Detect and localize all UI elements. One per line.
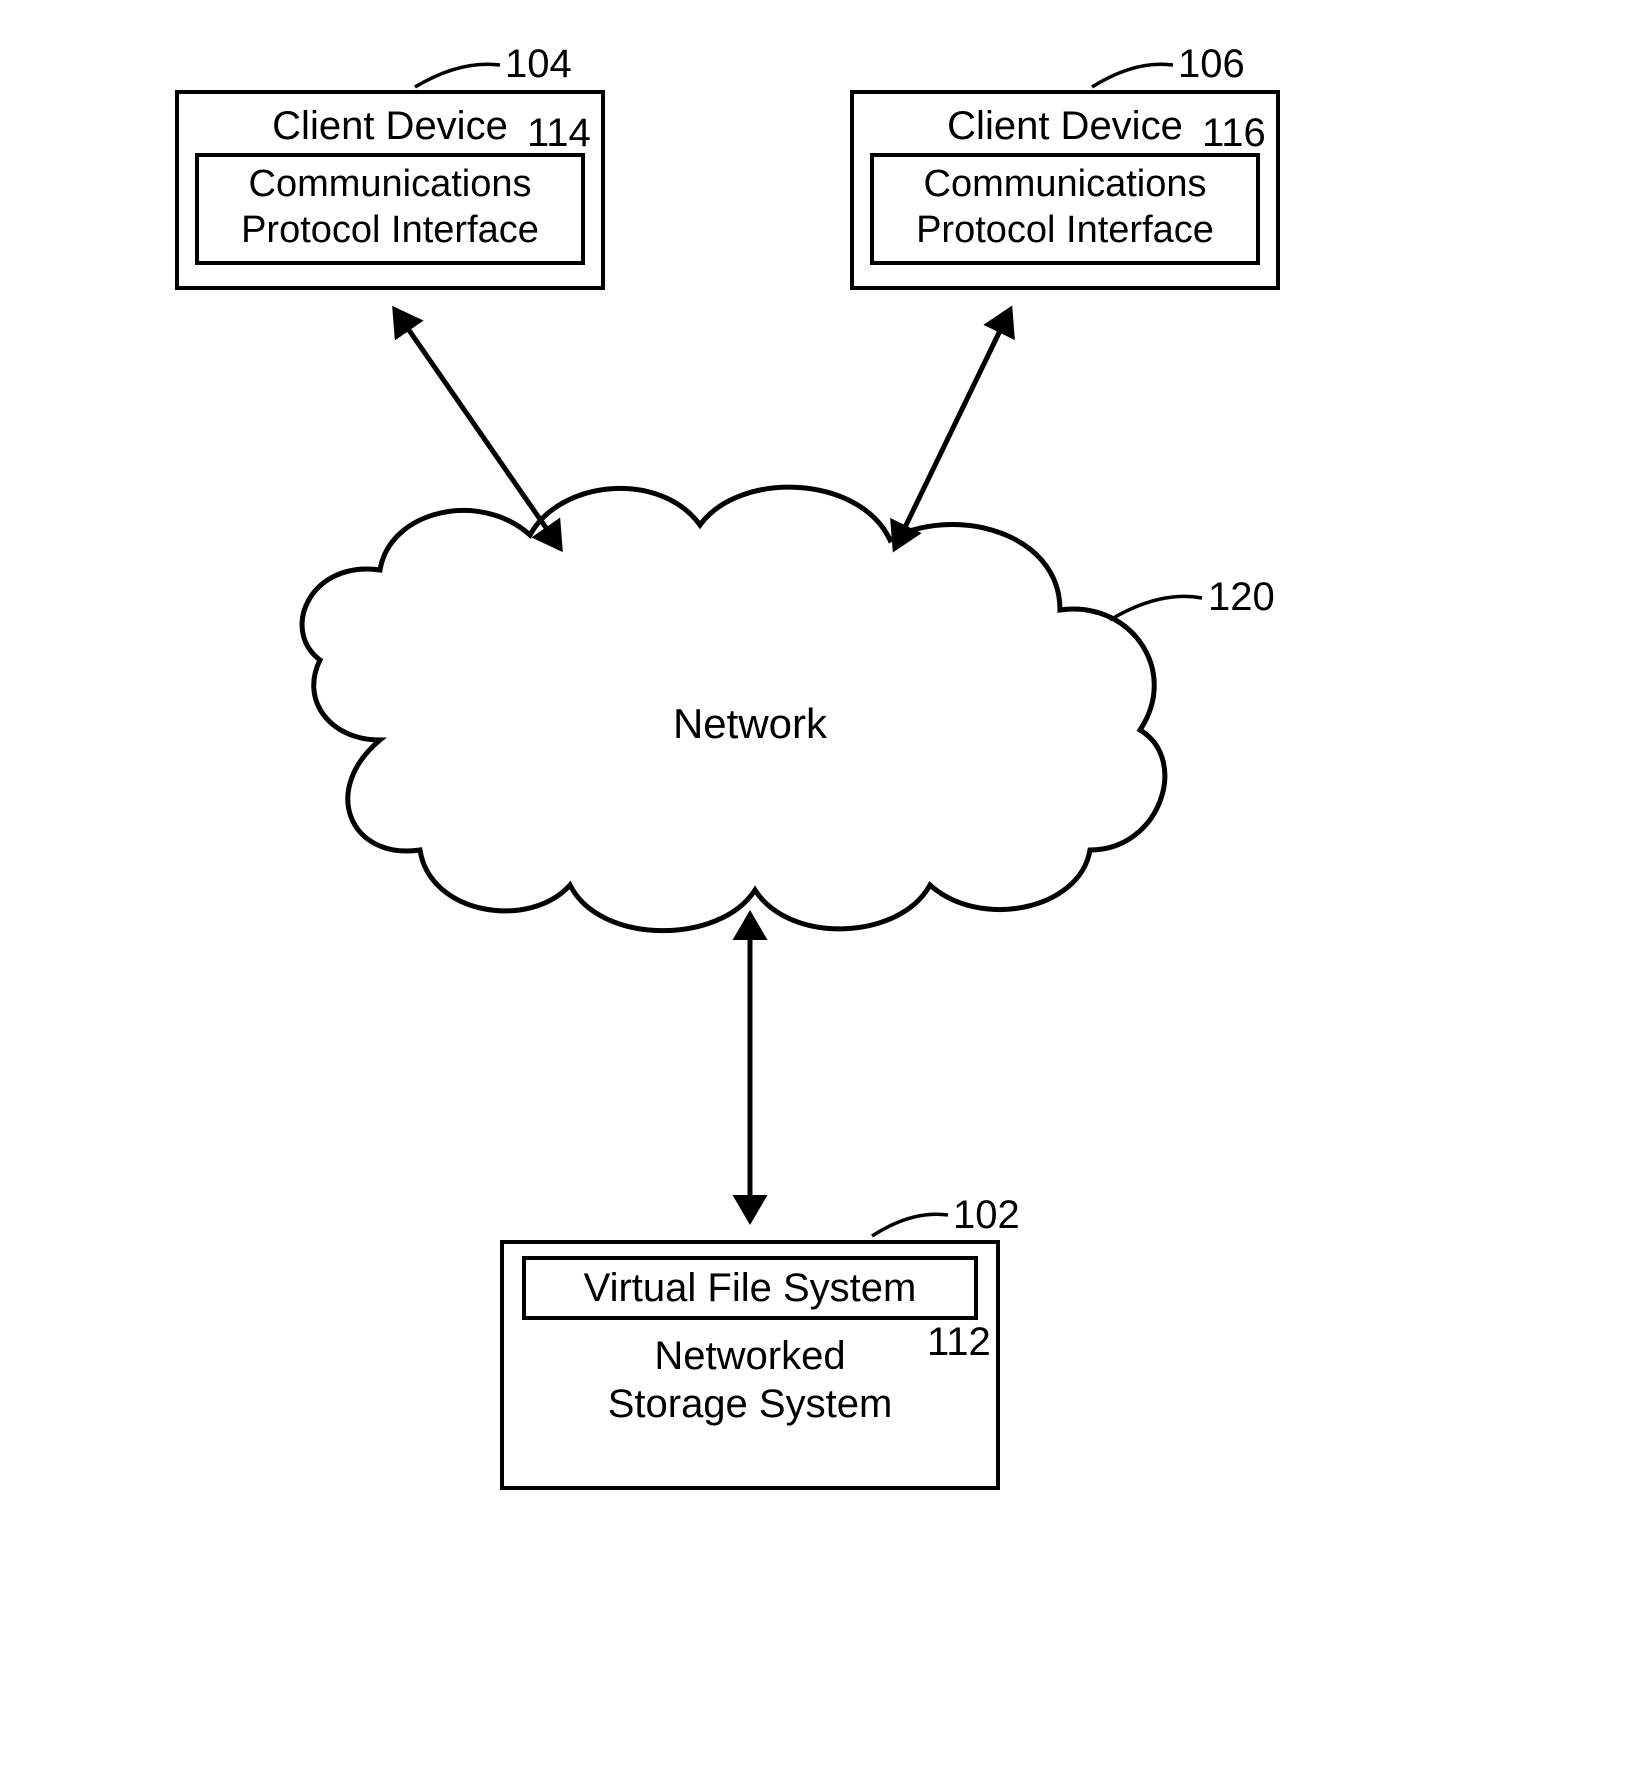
client-left-inner-line1: Communications (201, 161, 579, 207)
storage-title: Networked Storage System (504, 1332, 996, 1428)
client-left-inner-line2: Protocol Interface (201, 207, 579, 253)
ref-112: 112 (927, 1320, 991, 1365)
ref-114: 114 (527, 111, 591, 156)
client-left-inner-box: Communications Protocol Interface (195, 153, 585, 265)
leader-106 (1092, 64, 1173, 87)
storage-inner-text: Virtual File System (584, 1266, 917, 1310)
ref-116: 116 (1202, 111, 1266, 156)
ref-102: 102 (953, 1193, 1020, 1238)
storage-title-line1: Networked (504, 1332, 996, 1380)
ref-106: 106 (1178, 42, 1245, 87)
arrow-client-left-cloud (395, 310, 560, 548)
ref-120: 120 (1208, 575, 1275, 620)
diagram-stage: { "refs": { "client_left_outer": "104", … (0, 0, 1630, 1769)
leader-102 (872, 1214, 948, 1236)
leader-104 (415, 64, 500, 87)
client-right-inner-box: Communications Protocol Interface (870, 153, 1260, 265)
storage-inner-box: Virtual File System (522, 1256, 978, 1320)
storage-box: Virtual File System Networked Storage Sy… (500, 1240, 1000, 1490)
arrow-client-right-cloud (895, 310, 1010, 548)
client-right-inner-line2: Protocol Interface (876, 207, 1254, 253)
cloud-label: Network (620, 700, 880, 748)
leader-120 (1110, 596, 1202, 620)
client-right-inner-line1: Communications (876, 161, 1254, 207)
ref-104: 104 (505, 42, 572, 87)
storage-title-line2: Storage System (504, 1380, 996, 1428)
